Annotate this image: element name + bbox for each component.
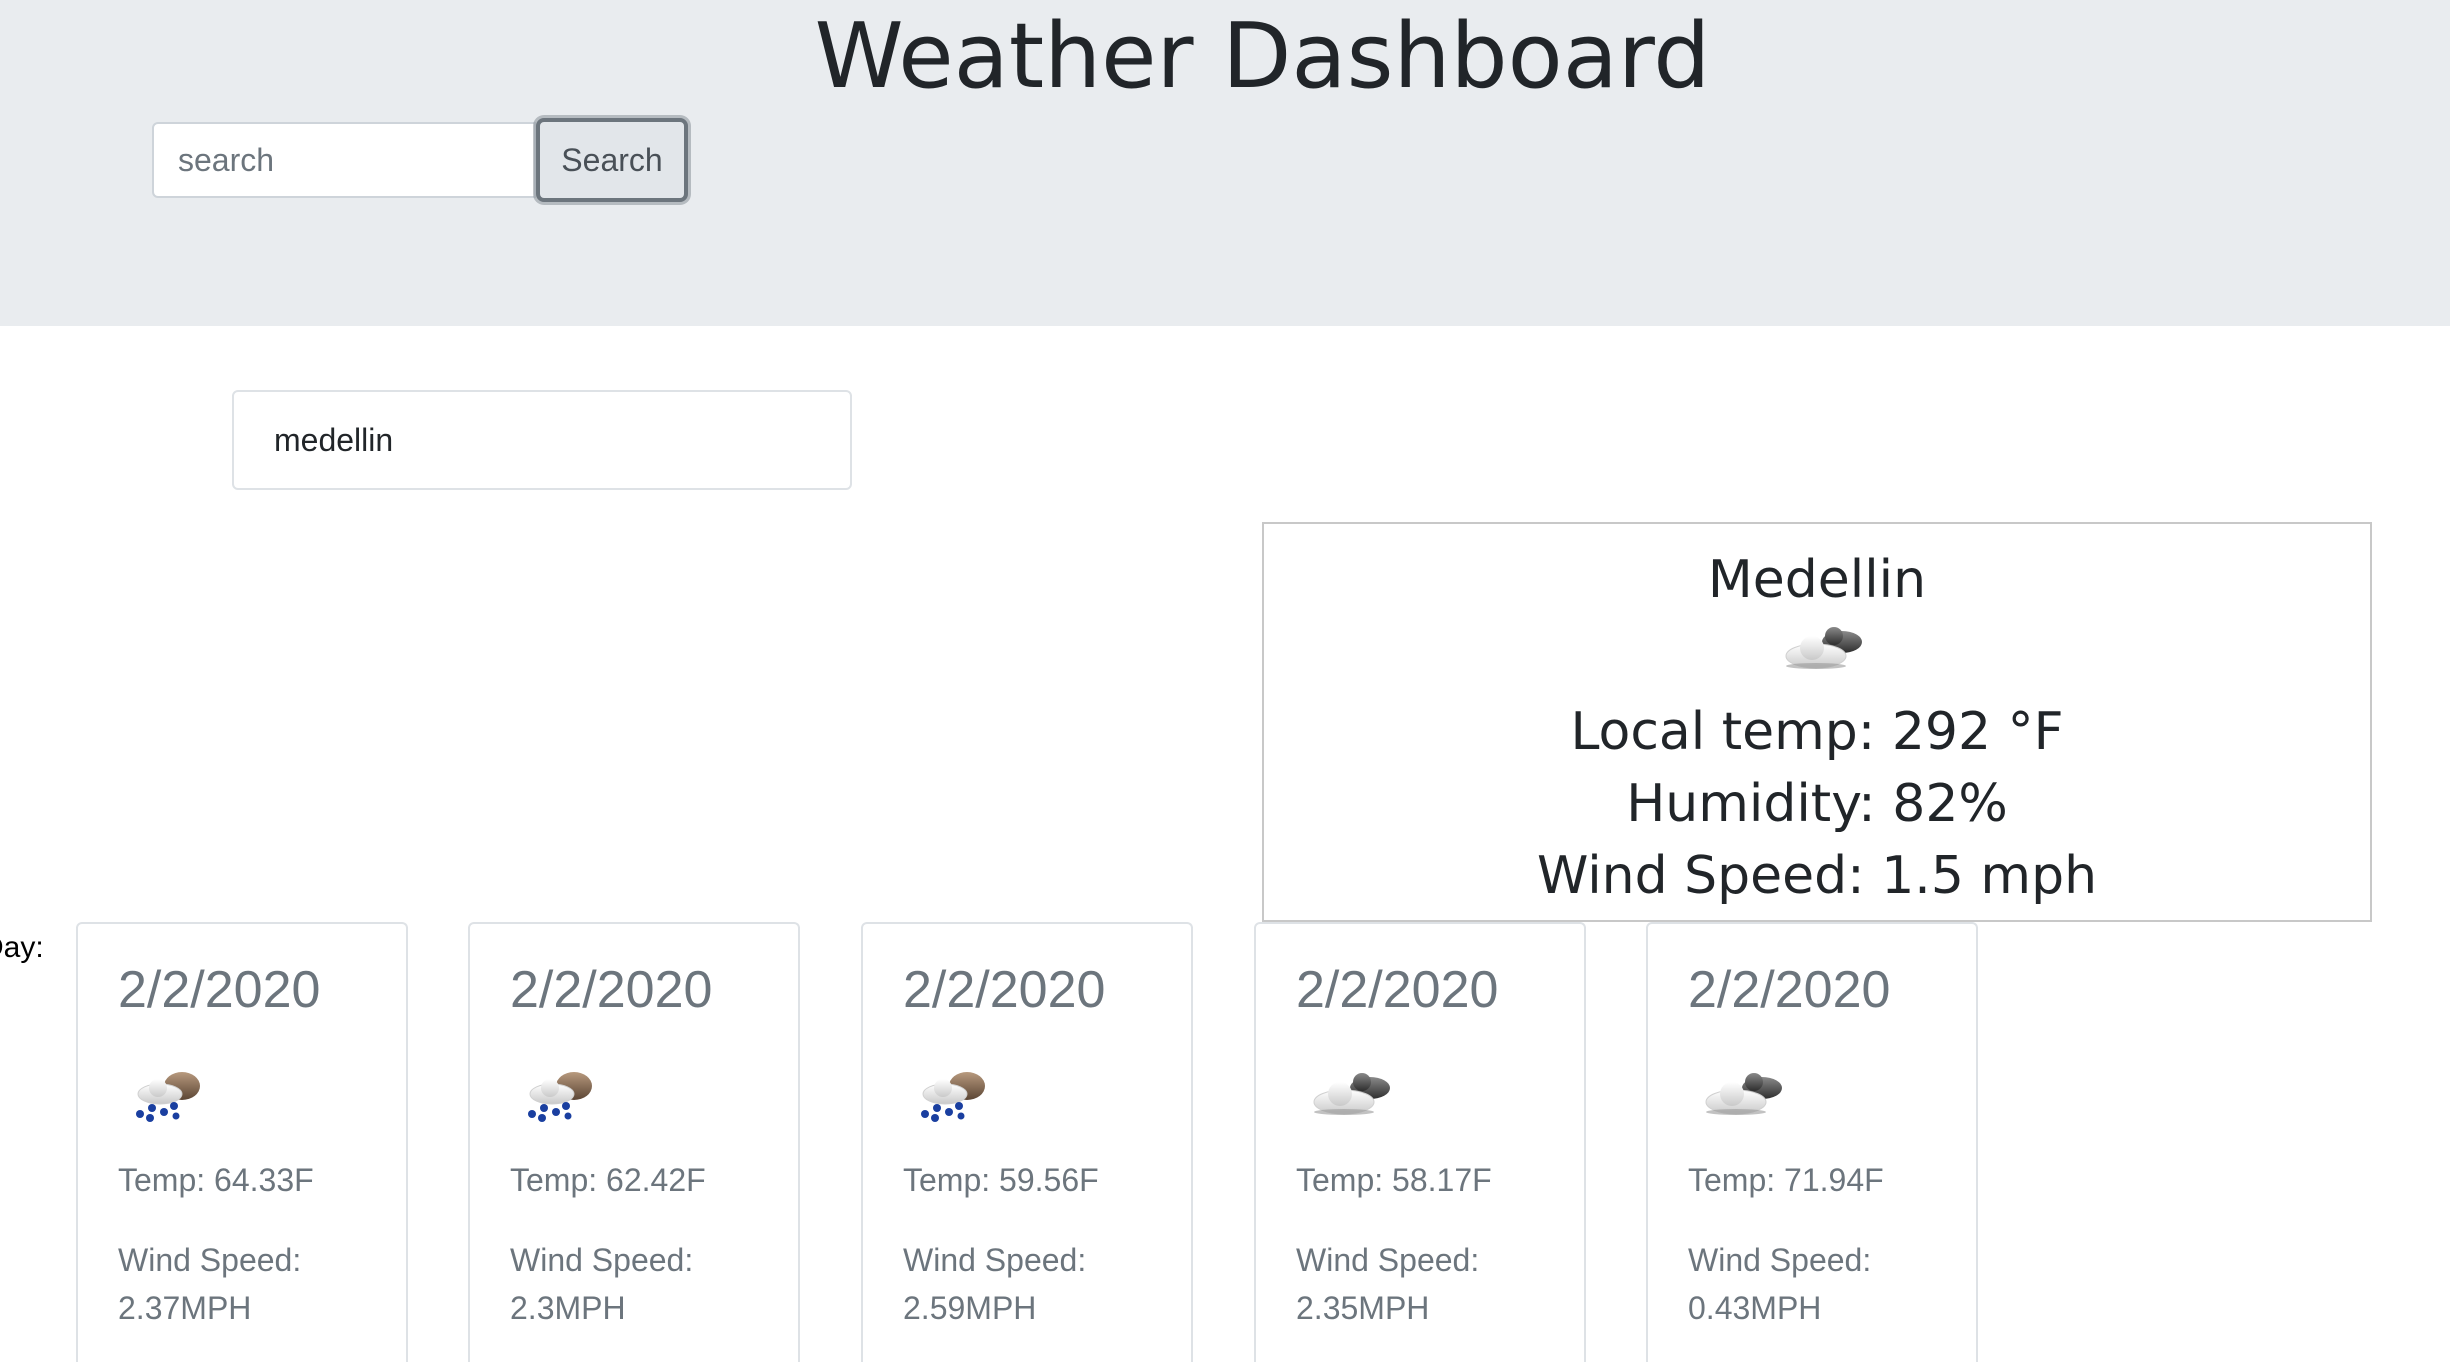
forecast-temp: Temp: 64.33F — [118, 1162, 314, 1198]
forecast-temp: Temp: 71.94F — [1688, 1162, 1884, 1198]
forecast-wind-value: 2.59MPH — [903, 1290, 1037, 1326]
current-city-name: Medellin — [1707, 550, 1927, 610]
forecast-wind-label: Wind Speed: — [1296, 1242, 1480, 1278]
forecast-card: 2/2/2020 Temp: 59.56F Wind Speed: 2.59MP… — [861, 922, 1193, 1362]
forecast-temp: Temp: 59.56F — [903, 1162, 1099, 1198]
forecast-date: 2/2/2020 — [510, 961, 713, 1019]
forecast-wind-label: Wind Speed: — [903, 1242, 1087, 1278]
forecast-temp: Temp: 62.42F — [510, 1162, 706, 1198]
cloudy-icon — [1304, 1062, 1400, 1126]
forecast-card: 2/2/2020 Temp: 58.17F Wind Speed: 2.35MP… — [1254, 922, 1586, 1362]
forecast-card: 2/2/2020 Temp: 62.42F Wind Speed: 2.3MPH — [468, 922, 800, 1362]
forecast-wind-label: Wind Speed: — [510, 1242, 694, 1278]
current-weather-card: Medellin Local temp: 292 °F Humidity: 82… — [1262, 522, 2372, 922]
forecast-wind-value: 2.3MPH — [510, 1290, 626, 1326]
forecast-card: 2/2/2020 Temp: 64.33F Wind Speed: 2.37MP… — [76, 922, 408, 1362]
search-history-item[interactable]: medellin — [232, 390, 852, 490]
forecast-wind-label: Wind Speed: — [1688, 1242, 1872, 1278]
current-humidity: Humidity: 82% — [1626, 774, 2008, 834]
current-temperature: Local temp: 292 °F — [1570, 702, 2064, 762]
rain-icon — [911, 1062, 995, 1126]
history-city-label: medellin — [274, 422, 394, 458]
search-button[interactable]: Search — [536, 118, 688, 202]
forecast-date: 2/2/2020 — [1296, 961, 1499, 1019]
forecast-wind-value: 2.37MPH — [118, 1290, 252, 1326]
forecast-card: 2/2/2020 Temp: 71.94F Wind Speed: 0.43MP… — [1646, 922, 1978, 1362]
page-title: Weather Dashboard — [814, 4, 1711, 109]
forecast-wind-value: 0.43MPH — [1688, 1290, 1822, 1326]
forecast-wind-label: Wind Speed: — [118, 1242, 302, 1278]
cloudy-icon — [1776, 616, 1872, 680]
rain-icon — [518, 1062, 602, 1126]
rain-icon — [126, 1062, 210, 1126]
forecast-wind-value: 2.35MPH — [1296, 1290, 1430, 1326]
header-jumbotron: Weather Dashboard Search — [0, 0, 2450, 326]
forecast-day-label: Day: — [0, 931, 44, 964]
search-input[interactable] — [152, 122, 536, 198]
forecast-temp: Temp: 58.17F — [1296, 1162, 1492, 1198]
forecast-date: 2/2/2020 — [1688, 961, 1891, 1019]
forecast-date: 2/2/2020 — [118, 961, 321, 1019]
forecast-date: 2/2/2020 — [903, 961, 1106, 1019]
cloudy-icon — [1696, 1062, 1792, 1126]
current-wind-speed: Wind Speed: 1.5 mph — [1536, 846, 2098, 906]
